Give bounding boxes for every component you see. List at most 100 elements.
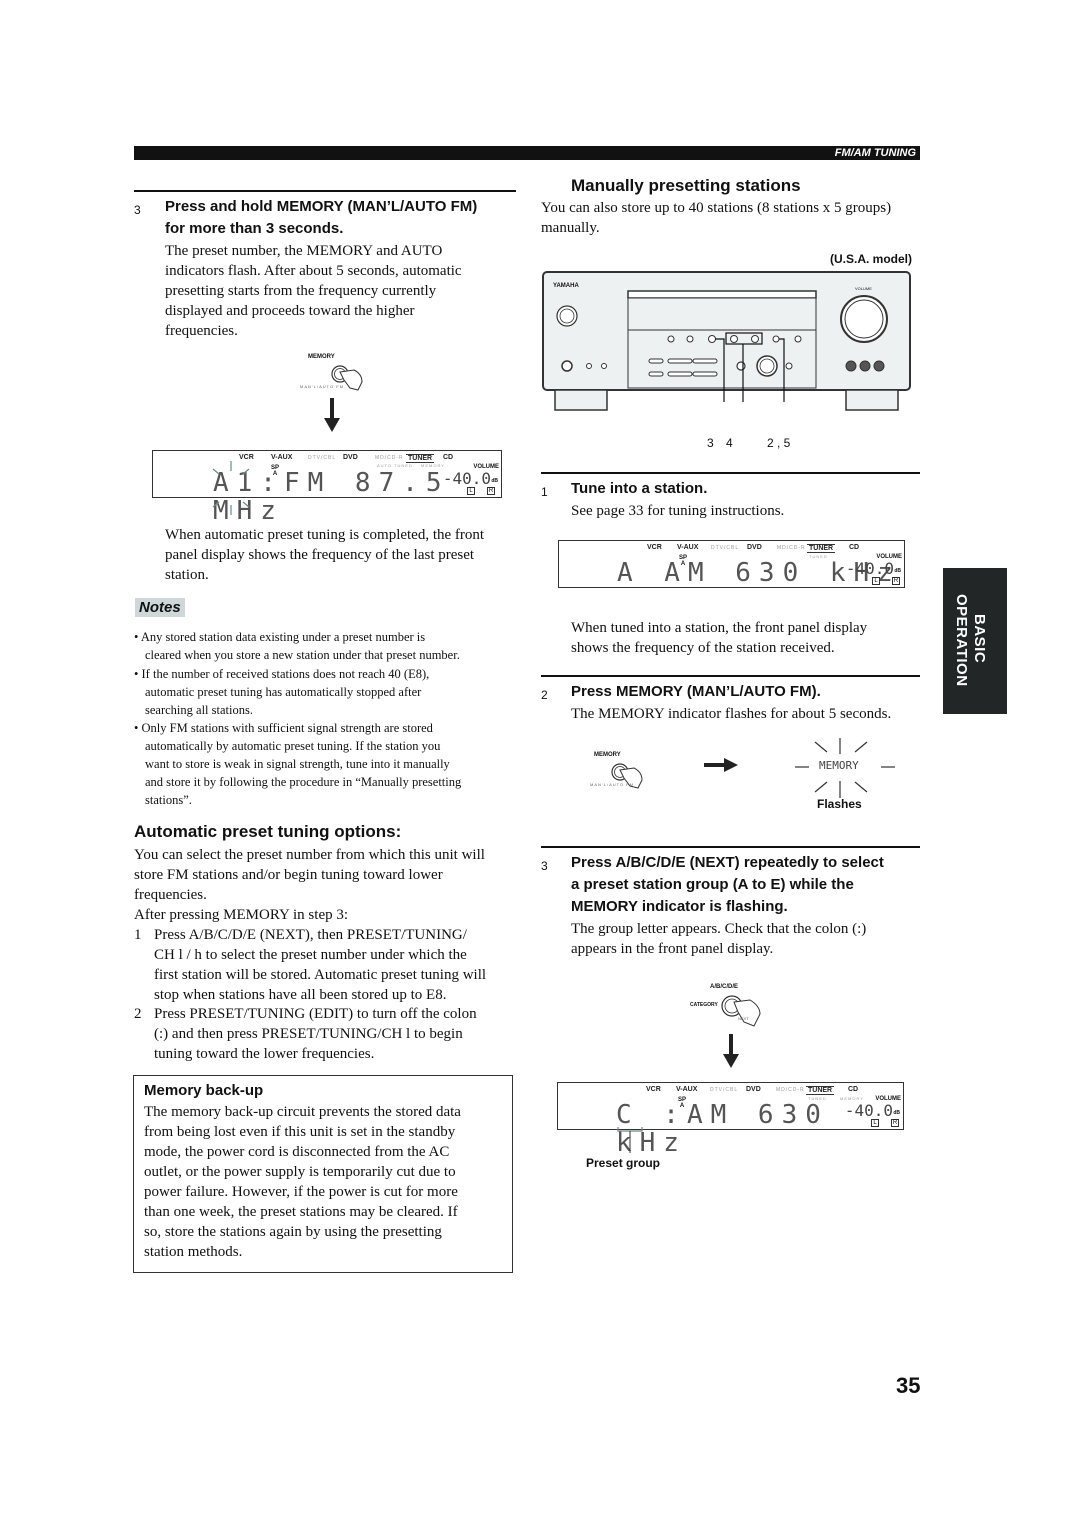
model-label: (U.S.A. model) [829, 252, 912, 266]
step-number: 1 [541, 485, 548, 499]
text-line: The group letter appears. Check that the… [571, 921, 867, 937]
preset-group-bracket [617, 1127, 643, 1153]
manual-preset-title: Manually presetting stations [571, 176, 801, 195]
source-dvd: DVD [343, 454, 358, 461]
step-heading-line: Press and hold MEMORY (MAN’L/AUTO FM) [165, 198, 478, 215]
text-line: station methods. [144, 1244, 243, 1260]
section-label: FM/AM TUNING [834, 147, 916, 159]
memory-flash-indicator: MEMORY [795, 738, 905, 798]
text-line: manually. [541, 220, 600, 236]
step-heading-line: a preset station group (A to E) while th… [571, 876, 854, 893]
volume-value: -40.0 [845, 559, 894, 578]
left-channel-indicator: L [871, 1119, 879, 1127]
auto-options-title: Automatic preset tuning options: [134, 822, 402, 841]
text-line: You can select the preset number from wh… [134, 847, 485, 863]
memory-button-sublabel: MAN’L/AUTO FM [590, 782, 635, 787]
callout-2-5: 2 , 5 [767, 436, 791, 450]
text-line: shows the frequency of the station recei… [571, 640, 835, 656]
front-panel-display-fm: VCR V-AUX DTV/CBL DVD MD/CD-R TUNER CD S… [152, 450, 502, 525]
step-number: 3 [134, 203, 141, 217]
source-vcr: VCR [239, 454, 254, 461]
source-mdcdr: MD/CD-R [375, 455, 404, 461]
source-tuner: TUNER [406, 454, 435, 463]
arrow-down-icon [324, 398, 340, 432]
volume-unit: dB [893, 1110, 900, 1116]
text-line: tuning toward the lower frequencies. [154, 1046, 375, 1062]
after-display-text: When tuned into a station, the front pan… [571, 618, 867, 658]
notes-label: Notes [135, 598, 185, 617]
front-panel-display-preset: VCR V-AUX DTV/CBL DVD MD/CD-R TUNER CD S… [557, 1082, 904, 1157]
text-line: CH l / h to select the preset number und… [154, 947, 467, 963]
callout-3: 3 [707, 436, 714, 450]
right-channel-indicator: R [892, 577, 900, 585]
text-line: panel display shows the frequency of the… [165, 547, 475, 563]
text-line: so, store the stations again by using th… [144, 1224, 442, 1240]
text-line: indicators flash. After about 5 seconds,… [165, 263, 462, 279]
source-vaux: V-AUX [676, 1086, 698, 1093]
step-divider [541, 846, 920, 848]
source-mdcdr: MD/CD-R [777, 545, 806, 551]
step-divider [541, 472, 920, 474]
next-label: NEXT [738, 1016, 749, 1021]
text-line: After pressing MEMORY in step 3: [134, 907, 349, 923]
hand-press-icon [611, 763, 643, 789]
text-line: Press A/B/C/D/E (NEXT), then PRESET/TUNI… [154, 927, 467, 943]
auto-option-step-text: Press PRESET/TUNING (EDIT) to turn off t… [154, 1004, 477, 1064]
category-button-illustration: A/B/C/D/E CATEGORY NEXT [690, 984, 780, 1028]
source-cd: CD [443, 454, 454, 461]
source-dvd: DVD [746, 1086, 761, 1093]
right-channel-indicator: R [487, 487, 495, 495]
auto-options-intro: You can select the preset number from wh… [134, 845, 485, 925]
side-tab-basic: BASIC [971, 614, 988, 664]
arrow-down-icon [723, 1034, 739, 1068]
step-body: The group letter appears. Check that the… [571, 919, 866, 959]
text-line: frequencies. [165, 323, 238, 339]
text-line: presetting starts from the frequency cur… [165, 283, 437, 299]
step-heading: Press and hold MEMORY (MAN’L/AUTO FM) fo… [165, 196, 477, 240]
text-line: store FM stations and/or begin tuning to… [134, 867, 443, 883]
source-dtvcbl: DTV/CBL [711, 545, 740, 551]
source-vaux: V-AUX [677, 544, 699, 551]
yamaha-logo: YAMAHA [553, 283, 579, 289]
volume-unit: dB [894, 568, 901, 574]
text-line: (:) and then press PRESET/TUNING/CH l to… [154, 1026, 463, 1042]
step-body: The MEMORY indicator flashes for about 5… [571, 706, 892, 722]
memory-backup-box: Memory back-up The memory back-up circui… [133, 1075, 513, 1273]
side-tab-operation: OPERATION [953, 594, 970, 687]
step-heading-line: MEMORY indicator is flashing. [571, 898, 788, 915]
after-display-text: When automatic preset tuning is complete… [165, 525, 484, 585]
preset-group-caption: Preset group [586, 1156, 661, 1170]
source-dtvcbl: DTV/CBL [710, 1087, 739, 1093]
source-cd: CD [848, 1086, 859, 1093]
memory-indicator-text: MEMORY [819, 759, 859, 772]
text-line: displayed and proceeds toward the higher [165, 303, 415, 319]
text-line: appears in the front panel display. [571, 941, 774, 957]
source-tuner: TUNER [807, 544, 836, 553]
source-vaux: V-AUX [271, 454, 293, 461]
text-line: first station will be stored. Automatic … [154, 967, 487, 983]
hand-press-icon [331, 365, 363, 391]
step-number: 2 [541, 688, 548, 702]
memory-backup-body: The memory back-up circuit prevents the … [144, 1102, 461, 1262]
step-number: 2 [134, 1006, 142, 1022]
source-vcr: VCR [646, 1086, 661, 1093]
source-vcr: VCR [647, 544, 662, 551]
memory-button-illustration: MEMORY MAN’L/AUTO FM [590, 750, 670, 790]
text-line: frequencies. [134, 887, 207, 903]
memory-button-sublabel: MAN’L/AUTO FM [300, 384, 345, 389]
page-number: 35 [896, 1373, 921, 1398]
auto-option-step-text: Press A/B/C/D/E (NEXT), then PRESET/TUNI… [154, 925, 486, 1005]
right-channel-indicator: R [891, 1119, 899, 1127]
volume-value: -40.0 [442, 469, 491, 488]
flashes-caption: Flashes [817, 797, 862, 811]
step-heading: Press A/B/C/D/E (NEXT) repeatedly to sel… [571, 852, 884, 918]
text-line: station. [165, 567, 209, 583]
text-line: The preset number, the MEMORY and AUTO [165, 243, 443, 259]
hand-press-icon [721, 995, 761, 1027]
source-dvd: DVD [747, 544, 762, 551]
text-line: stop when stations have all been stored … [154, 987, 447, 1003]
volume-unit: dB [491, 478, 498, 484]
source-tuner: TUNER [806, 1086, 835, 1095]
section-header-bar: FM/AM TUNING [134, 146, 920, 160]
receiver-front-panel: YAMAHA VOLUME [541, 270, 912, 412]
